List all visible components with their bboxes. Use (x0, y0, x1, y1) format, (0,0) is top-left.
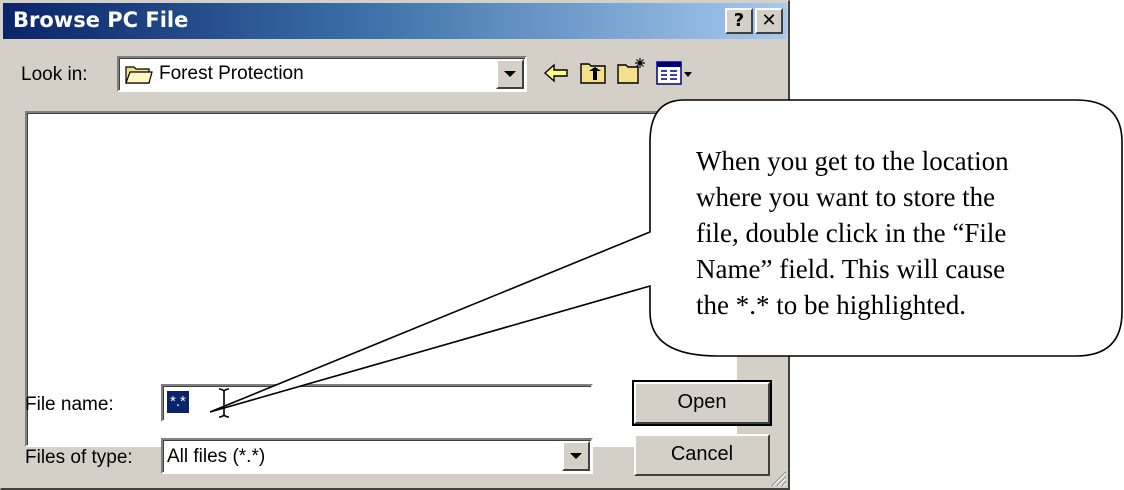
callout-line: where you want to store the (696, 182, 996, 212)
callout-text: When you get to the location where you w… (696, 143, 1116, 323)
callout-line: the *.* to be highlighted. (696, 290, 966, 320)
callout-line: When you get to the location (696, 146, 1009, 176)
callout-line: file, double click in the “File (696, 218, 1007, 248)
callout-line: Name” field. This will cause (696, 254, 1006, 284)
